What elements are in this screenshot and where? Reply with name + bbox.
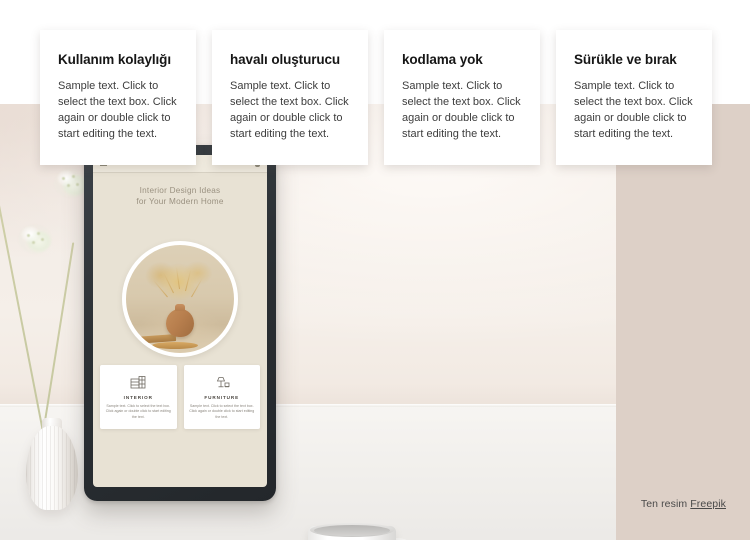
feature-card-text: Sample text. Click to select the text bo…	[230, 80, 349, 140]
feature-card-title: havalı oluşturucu	[230, 52, 341, 67]
tablet-mini-card-title: FURNITURE	[204, 395, 240, 400]
freepik-link[interactable]: Freepik	[690, 498, 726, 510]
tablet-hero-circle-image	[122, 241, 238, 357]
tablet-screen: Interior Design Ideas for Your Modern Ho…	[93, 155, 267, 487]
tablet-mini-card-title: INTERIOR	[123, 395, 153, 400]
feature-card-title: Sürükle ve bırak	[574, 52, 677, 67]
tablet-mini-card-text: Sample text. Click to select the text bo…	[105, 404, 171, 419]
white-ceramic-mug	[308, 523, 424, 540]
wooden-tray-prop	[152, 342, 198, 349]
tablet-device: Interior Design Ideas for Your Modern Ho…	[84, 145, 276, 501]
tablet-mini-card-furniture[interactable]: FURNITURE Sample text. Click to select t…	[183, 365, 260, 430]
image-credit: Ten resim Freepik	[641, 498, 726, 510]
feature-card[interactable]: havalı oluşturucu Sample text. Click to …	[212, 30, 368, 165]
page-root: Interior Design Ideas for Your Modern Ho…	[0, 0, 750, 540]
feature-card[interactable]: Kullanım kolaylığı Sample text. Click to…	[40, 30, 196, 165]
furniture-lamp-icon	[189, 373, 256, 391]
feature-card-title: kodlama yok	[402, 52, 483, 67]
dried-grass-icon	[143, 253, 217, 309]
tablet-hero-title-line2: for Your Modern Home	[136, 197, 224, 206]
interior-room-icon	[105, 373, 172, 391]
image-credit-prefix: Ten resim	[640, 498, 691, 510]
white-ribbed-vase	[26, 426, 78, 510]
flower-stem	[41, 242, 75, 441]
tablet-hero: Interior Design Ideas for Your Modern Ho…	[93, 173, 267, 213]
feature-card-row: Kullanım kolaylığı Sample text. Click to…	[40, 30, 712, 165]
allium-flower-icon	[18, 224, 52, 254]
feature-card-text: Sample text. Click to select the text bo…	[58, 80, 177, 140]
feature-card-text: Sample text. Click to select the text bo…	[402, 80, 521, 140]
feature-card[interactable]: kodlama yok Sample text. Click to select…	[384, 30, 540, 165]
mug-interior	[314, 525, 390, 536]
feature-card-text: Sample text. Click to select the text bo…	[574, 80, 693, 140]
allium-flower-icon	[54, 168, 88, 198]
tablet-mini-card-text: Sample text. Click to select the text bo…	[189, 404, 255, 419]
feature-card[interactable]: Sürükle ve bırak Sample text. Click to s…	[556, 30, 712, 165]
tablet-mini-card-interior[interactable]: INTERIOR Sample text. Click to select th…	[100, 365, 177, 430]
feature-card-title: Kullanım kolaylığı	[58, 52, 171, 67]
tablet-mini-cards: INTERIOR Sample text. Click to select th…	[100, 365, 260, 430]
terracotta-pot-icon	[166, 304, 194, 337]
tablet-hero-title-line1: Interior Design Ideas	[139, 186, 221, 195]
